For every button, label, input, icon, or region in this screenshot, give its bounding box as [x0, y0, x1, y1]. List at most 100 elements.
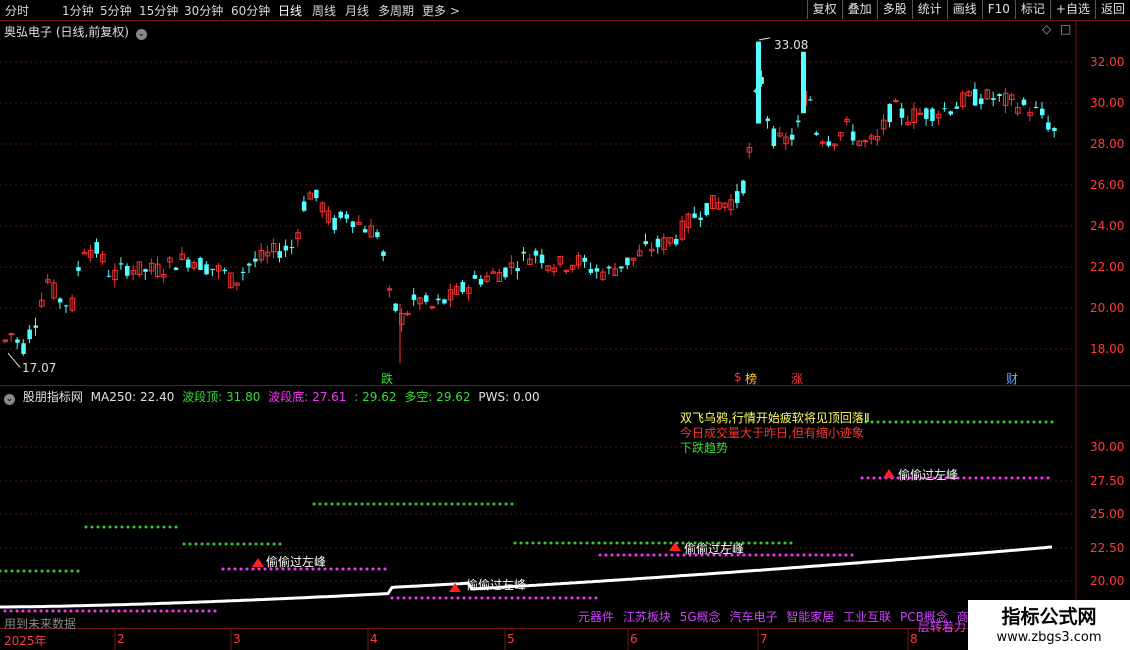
- magenta-dot: [474, 596, 478, 600]
- magenta-dot: [790, 553, 794, 557]
- green-dot: [462, 502, 466, 506]
- green-dot: [450, 502, 454, 506]
- candle-body: [692, 213, 697, 218]
- candle-body: [533, 250, 539, 256]
- magenta-dot: [866, 476, 870, 480]
- green-dot: [609, 541, 613, 545]
- concept-tag[interactable]: 元器件: [578, 610, 614, 624]
- green-dot: [1026, 420, 1030, 424]
- magenta-dot: [492, 596, 496, 600]
- magenta-dot: [45, 609, 49, 613]
- magenta-dot: [207, 609, 211, 613]
- price-tick: 24.00: [1090, 219, 1125, 233]
- magenta-dot: [594, 596, 598, 600]
- green-dot: [1032, 420, 1036, 424]
- chart-canvas[interactable]: [0, 0, 1130, 650]
- candle-body: [1021, 99, 1027, 105]
- event-marker-ranking[interactable]: 榜: [745, 370, 757, 387]
- green-dot: [1002, 420, 1006, 424]
- magenta-dot: [522, 596, 526, 600]
- concept-tag[interactable]: 智能家居: [786, 610, 834, 624]
- green-dot: [236, 542, 240, 546]
- magenta-dot: [772, 553, 776, 557]
- candle-body: [350, 221, 356, 228]
- magenta-dot: [850, 553, 854, 557]
- green-dot: [663, 541, 667, 545]
- event-marker-finance[interactable]: 财: [1006, 370, 1018, 387]
- green-dot: [1044, 420, 1048, 424]
- magenta-dot: [221, 567, 225, 571]
- magenta-dot: [468, 596, 472, 600]
- event-marker-drop[interactable]: 跌: [381, 370, 393, 387]
- green-dot: [513, 541, 517, 545]
- candle-body: [893, 100, 899, 103]
- magenta-dot: [546, 596, 550, 600]
- magenta-dot: [628, 553, 632, 557]
- indicator-tick: 30.00: [1090, 440, 1125, 454]
- candle-body: [503, 267, 508, 278]
- concept-tag[interactable]: 工业互联: [843, 610, 891, 624]
- concept-tag[interactable]: 汽车电子: [729, 610, 777, 624]
- peak-label: 偷偷过左峰: [684, 542, 745, 556]
- magenta-dot: [233, 567, 237, 571]
- green-dot: [456, 502, 460, 506]
- high-price-label: 33.08: [774, 38, 809, 52]
- magenta-dot: [652, 553, 656, 557]
- high-leader: [758, 37, 771, 41]
- candle-body: [619, 266, 624, 269]
- magenta-dot: [498, 596, 502, 600]
- indicator-tick: 25.00: [1090, 507, 1125, 521]
- candle-body: [15, 339, 20, 343]
- green-dot: [936, 420, 940, 424]
- magenta-dot: [878, 476, 882, 480]
- candle-body: [118, 263, 124, 265]
- green-dot: [230, 542, 234, 546]
- candle-body: [198, 257, 203, 270]
- candle-body: [972, 89, 978, 106]
- magenta-dot: [1040, 476, 1044, 480]
- green-dot: [90, 525, 94, 529]
- magenta-dot: [135, 609, 139, 613]
- event-marker-dollar[interactable]: $: [734, 370, 742, 384]
- green-dot: [138, 525, 142, 529]
- magenta-dot: [616, 553, 620, 557]
- green-dot: [579, 541, 583, 545]
- magenta-dot: [39, 609, 43, 613]
- green-dot: [990, 420, 994, 424]
- magenta-dot: [347, 567, 351, 571]
- event-marker-rise[interactable]: 涨: [791, 370, 803, 387]
- magenta-dot: [622, 553, 626, 557]
- magenta-dot: [486, 596, 490, 600]
- magenta-dot: [189, 609, 193, 613]
- green-dot: [150, 525, 154, 529]
- green-dot: [537, 541, 541, 545]
- peak-label: 偷偷过左峰: [266, 555, 327, 569]
- candle-body: [850, 131, 856, 141]
- magenta-dot: [9, 609, 13, 613]
- concept-tag-extra[interactable]: 层转着力: [918, 618, 966, 635]
- magenta-dot: [456, 596, 460, 600]
- candle-body: [314, 189, 319, 199]
- green-dot: [567, 541, 571, 545]
- concept-tag[interactable]: 江苏板块: [623, 610, 671, 624]
- green-dot: [888, 420, 892, 424]
- green-dot: [591, 541, 595, 545]
- green-dot: [278, 542, 282, 546]
- candle-body: [210, 268, 215, 271]
- candle-body: [204, 264, 209, 275]
- magenta-dot: [33, 609, 37, 613]
- green-dot: [0, 569, 2, 573]
- x-tick: 4: [370, 632, 378, 646]
- magenta-dot: [420, 596, 424, 600]
- magenta-dot: [634, 553, 638, 557]
- magenta-dot: [159, 609, 163, 613]
- concept-tag[interactable]: 5G概念: [680, 610, 721, 624]
- magenta-dot: [450, 596, 454, 600]
- candle-body: [442, 299, 447, 304]
- magenta-dot: [438, 596, 442, 600]
- green-dot: [248, 542, 252, 546]
- magenta-dot: [582, 596, 586, 600]
- magenta-dot: [860, 476, 864, 480]
- green-dot: [1008, 420, 1012, 424]
- candle-body: [948, 111, 953, 115]
